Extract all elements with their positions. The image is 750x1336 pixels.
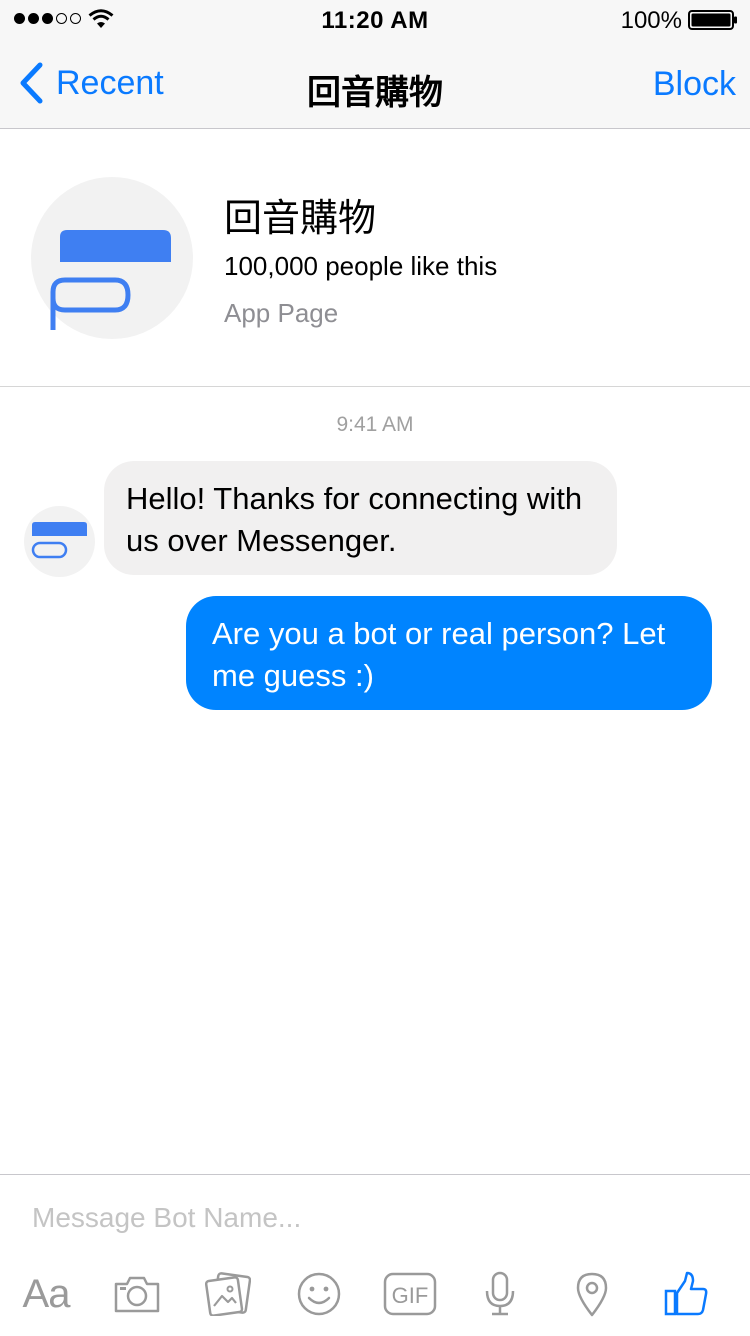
message-timestamp: 9:41 AM	[336, 413, 414, 436]
gif-button[interactable]: GIF	[380, 1269, 440, 1319]
composer-toolbar: Aa GIF	[0, 1269, 750, 1319]
svg-text:GIF: GIF	[392, 1283, 429, 1308]
camera-button[interactable]	[107, 1269, 167, 1319]
page-avatar[interactable]	[31, 177, 193, 339]
location-icon	[576, 1272, 608, 1317]
status-bar: 11:20 AM 100%	[0, 0, 750, 40]
brand-logo-icon	[50, 230, 171, 330]
brand-logo-icon	[31, 522, 87, 559]
battery-icon	[688, 10, 737, 30]
photo-icon	[205, 1272, 251, 1316]
text-format-icon: Aa	[22, 1271, 71, 1316]
like-button[interactable]	[656, 1269, 716, 1319]
text-format-button[interactable]: Aa	[16, 1269, 76, 1319]
bot-avatar[interactable]	[24, 506, 95, 577]
gif-icon: GIF	[383, 1272, 437, 1316]
microphone-button[interactable]	[470, 1269, 530, 1319]
incoming-message-bubble[interactable]: Hello! Thanks for connecting with us ove…	[104, 461, 617, 575]
photo-button[interactable]	[198, 1269, 258, 1319]
composer: Aa	[0, 1174, 750, 1336]
page-header: 回音購物 100,000 people like this App Page	[0, 129, 750, 387]
camera-icon	[114, 1276, 160, 1313]
microphone-icon	[485, 1271, 515, 1316]
nav-title: 回音購物	[307, 74, 443, 112]
nav-bar: Recent 回音購物 Block	[0, 40, 750, 129]
emoji-button[interactable]	[289, 1269, 349, 1319]
location-button[interactable]	[562, 1269, 622, 1319]
battery-percentage: 100%	[620, 7, 682, 34]
message-input[interactable]	[22, 1195, 722, 1241]
emoji-icon	[297, 1272, 341, 1316]
block-button[interactable]: Block	[653, 65, 736, 104]
outgoing-message-bubble[interactable]: Are you a bot or real person? Let me gue…	[186, 596, 712, 710]
page-type: App Page	[224, 298, 339, 328]
like-icon	[664, 1271, 708, 1316]
page-likes-count: 100,000 people like this	[224, 251, 498, 281]
page-name: 回音購物	[224, 198, 377, 240]
